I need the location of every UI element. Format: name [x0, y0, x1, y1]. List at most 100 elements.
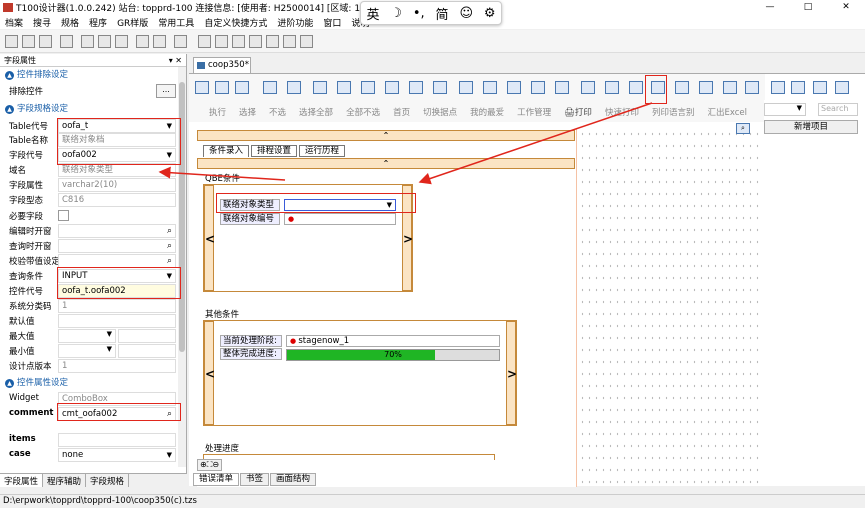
slider-icon[interactable] [791, 81, 805, 94]
left-arrow[interactable]: < [204, 185, 215, 291]
align-left-icon[interactable] [249, 35, 262, 48]
required-checkbox[interactable] [58, 210, 69, 221]
field-code-select[interactable]: oofa002 ▼ [58, 148, 176, 162]
control-code-input[interactable]: oofa_t.oofa002 [58, 284, 176, 298]
radiogroup-icon[interactable] [771, 81, 785, 94]
action-home[interactable]: 首页 [393, 106, 410, 118]
menu-search[interactable]: 搜寻 [28, 16, 56, 29]
collapse-icon[interactable]: ▲ [5, 105, 14, 114]
tab-run-history[interactable]: 运行历程 [299, 145, 346, 157]
action-switch-site[interactable]: 切换据点 [423, 106, 457, 118]
right-arrow[interactable]: > [506, 321, 517, 425]
save-icon[interactable] [22, 35, 35, 48]
tab-error-list[interactable]: 错误清单 [193, 473, 240, 486]
page-icon[interactable] [433, 81, 447, 94]
menu-tools[interactable]: 常用工具 [153, 16, 199, 29]
form-icon[interactable] [313, 81, 327, 94]
group-icon[interactable] [361, 81, 375, 94]
zoom-controls[interactable]: ⊕⛶⊖ [197, 459, 223, 471]
pointer-icon[interactable] [195, 81, 209, 94]
action-print-lang[interactable]: 列印语言别 [652, 106, 695, 118]
menu-spec[interactable]: 规格 [56, 16, 84, 29]
action-select-all[interactable]: 选择全部 [299, 106, 333, 118]
query-open-input[interactable]: ⌕ [58, 239, 176, 253]
collapse-icon[interactable]: ▲ [5, 71, 14, 80]
folder-icon[interactable] [409, 81, 423, 94]
close-button[interactable]: ✕ [827, 0, 865, 15]
chevron-down-icon[interactable]: ▼ [387, 200, 392, 211]
image-icon[interactable] [531, 81, 545, 94]
qbe-contact-type-combo[interactable]: ▼ [284, 199, 396, 211]
section-field-spec[interactable]: ▲ 字段规格设定 [0, 103, 178, 115]
tab-condition-entry[interactable]: 条件录入 [203, 145, 250, 157]
properties-scrollbar[interactable] [178, 67, 186, 467]
search-icon[interactable]: ⌕ [167, 240, 172, 252]
ime-moon-icon[interactable]: ☽ [390, 6, 402, 21]
search-icon[interactable]: ⌕ [167, 225, 172, 237]
ime-emoji-icon[interactable]: ☺ [459, 6, 473, 21]
chevron-down-icon[interactable]: ▼ [167, 149, 172, 161]
max-val-input[interactable] [118, 329, 176, 343]
zoom-in-icon[interactable]: ⊕ [200, 460, 207, 469]
tab-schedule[interactable]: 排程设置 [251, 145, 298, 157]
tab-screen-structure[interactable]: 画面结构 [270, 473, 317, 486]
zoom-out-icon[interactable]: ⊖ [212, 460, 219, 469]
undo-icon[interactable] [136, 35, 149, 48]
open-icon[interactable] [5, 35, 18, 48]
list-icon[interactable] [39, 35, 52, 48]
action-favorites[interactable]: 我的最爱 [470, 106, 504, 118]
distribute-icon[interactable] [300, 35, 313, 48]
chevron-down-icon[interactable]: ▼ [797, 104, 802, 112]
ime-punct-icon[interactable]: •, [413, 6, 425, 21]
action-deselect-all[interactable]: 全部不选 [346, 106, 380, 118]
copy-icon[interactable] [98, 35, 111, 48]
new-item-button[interactable]: 新增项目 [764, 120, 858, 134]
action-execute[interactable]: 执行 [209, 106, 226, 118]
search-icon[interactable]: ⌕ [167, 408, 172, 420]
label-icon[interactable] [555, 81, 569, 94]
align-middle-icon[interactable] [215, 35, 228, 48]
stage-input[interactable]: ● stagenow_1 [286, 335, 500, 347]
chevron-down-icon[interactable]: ▼ [107, 330, 112, 338]
tab-program-aid[interactable]: 程序辅助 [43, 474, 87, 487]
right-arrow[interactable]: > [402, 185, 413, 291]
action-export-excel[interactable]: 汇出Excel [707, 106, 747, 118]
scroll-icon[interactable] [507, 81, 521, 94]
right-panel-select[interactable]: ▼ [764, 103, 806, 116]
exclude-button[interactable]: ... [156, 84, 176, 98]
align-center-icon[interactable] [266, 35, 279, 48]
max-val-select[interactable]: ▼ [58, 329, 116, 343]
items-input[interactable] [58, 433, 176, 447]
redo-icon[interactable] [153, 35, 166, 48]
find-icon[interactable] [235, 81, 249, 94]
tab-coop350[interactable]: coop350* [193, 57, 251, 73]
record-icon[interactable] [459, 81, 473, 94]
align-top-icon[interactable] [198, 35, 211, 48]
menu-advanced[interactable]: 进阶功能 [272, 16, 318, 29]
chevron-down-icon[interactable]: ▼ [167, 270, 172, 282]
qbe-contact-no-input[interactable]: ● [284, 213, 396, 225]
check-default-input[interactable]: ⌕ [58, 254, 176, 268]
spinbox-icon[interactable] [813, 81, 827, 94]
checkbox-icon[interactable] [699, 81, 713, 94]
ime-settings-icon[interactable]: ⚙ [484, 6, 496, 21]
section-exclude[interactable]: ▲ 控件排除设定 [0, 69, 178, 81]
left-arrow[interactable]: < [204, 321, 215, 425]
label-widget-icon[interactable] [745, 81, 759, 94]
min-val-input[interactable] [118, 344, 176, 358]
right-panel-search[interactable]: Search [818, 103, 858, 116]
search-icon[interactable]: ⌕ [167, 255, 172, 267]
cut-icon[interactable] [81, 35, 94, 48]
tab-field-attr[interactable]: 字段属性 [0, 474, 44, 487]
menu-window[interactable]: 窗口 [318, 16, 346, 29]
menu-shortcuts[interactable]: 自定义快捷方式 [199, 16, 272, 29]
timeedit-icon[interactable] [835, 81, 849, 94]
edit-open-input[interactable]: ⌕ [58, 224, 176, 238]
zoom-icon[interactable] [215, 81, 229, 94]
menu-file[interactable]: 档案 [0, 16, 28, 29]
action-print[interactable]: 🖨打印 [564, 106, 592, 118]
ime-lang-toggle[interactable]: 英 [366, 4, 379, 23]
grid-icon[interactable] [483, 81, 497, 94]
combobox-icon[interactable] [651, 81, 665, 94]
table-code-select[interactable]: oofa_t ▼ [58, 119, 176, 133]
